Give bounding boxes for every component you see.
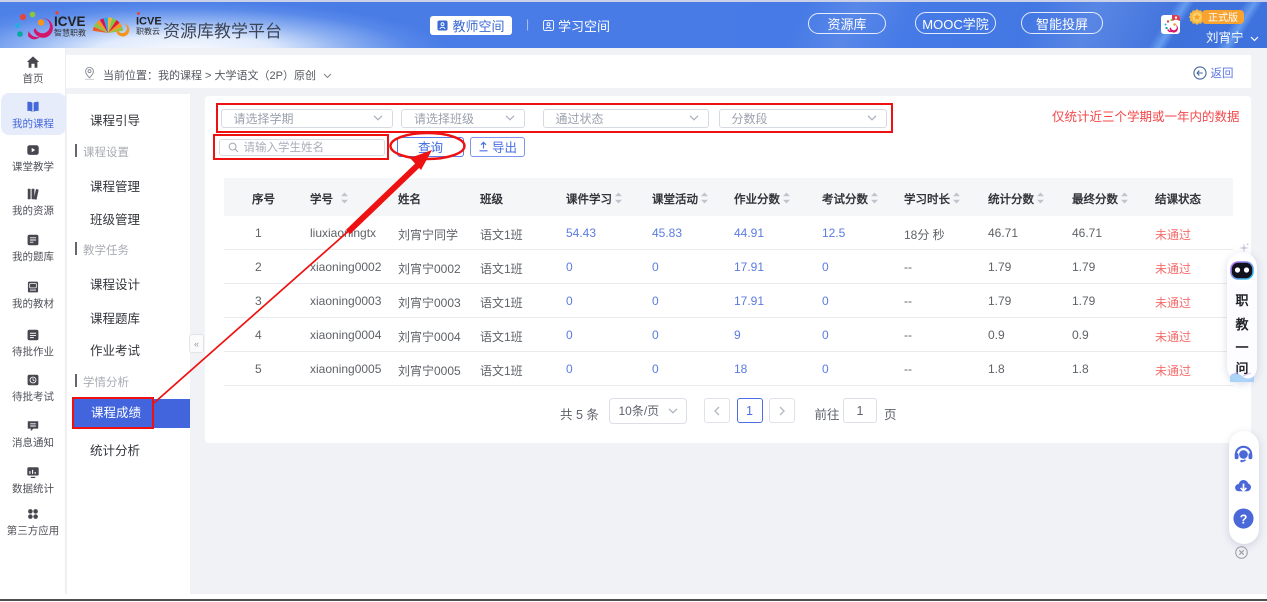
svg-text:智慧职教: 智慧职教 xyxy=(54,28,86,38)
svg-text:ICVE: ICVE xyxy=(136,16,162,28)
svg-text:?: ? xyxy=(1240,512,1248,526)
svg-text:职教云: 职教云 xyxy=(136,26,160,36)
svg-text:ICVE: ICVE xyxy=(54,14,86,29)
